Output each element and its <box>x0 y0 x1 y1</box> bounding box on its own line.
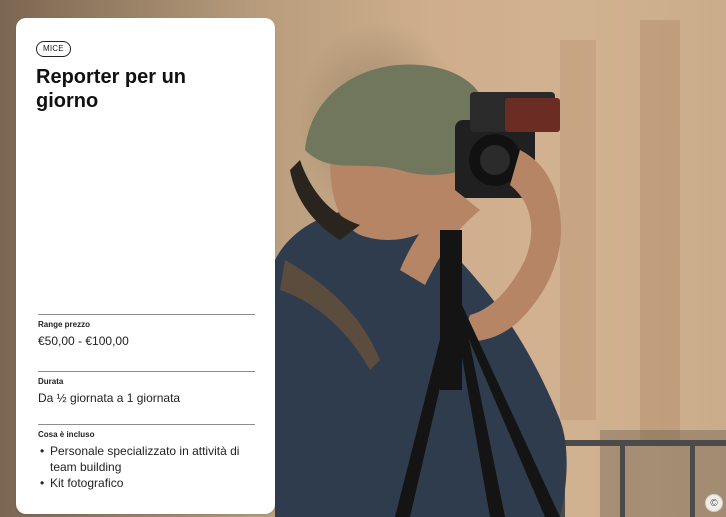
duration-section: Durata Da ½ giornata a 1 giornata <box>38 371 255 406</box>
activity-card: MICE Reporter per un giorno Range prezzo… <box>16 18 275 514</box>
includes-label: Cosa è incluso <box>38 430 95 439</box>
includes-section: Cosa è incluso Personale specializzato i… <box>38 424 255 491</box>
price-section: Range prezzo €50,00 - €100,00 <box>38 314 255 349</box>
price-value: €50,00 - €100,00 <box>38 334 129 348</box>
duration-value: Da ½ giornata a 1 giornata <box>38 391 181 405</box>
category-tag: MICE <box>36 41 71 57</box>
info-icon[interactable]: © <box>705 494 723 512</box>
activity-title: Reporter per un giorno <box>36 66 187 112</box>
list-item: Personale specializzato in attività di t… <box>38 443 255 475</box>
list-item: Kit fotografico <box>38 475 255 491</box>
duration-label: Durata <box>38 377 64 386</box>
price-label: Range prezzo <box>38 320 91 329</box>
includes-list: Personale specializzato in attività di t… <box>38 443 255 491</box>
